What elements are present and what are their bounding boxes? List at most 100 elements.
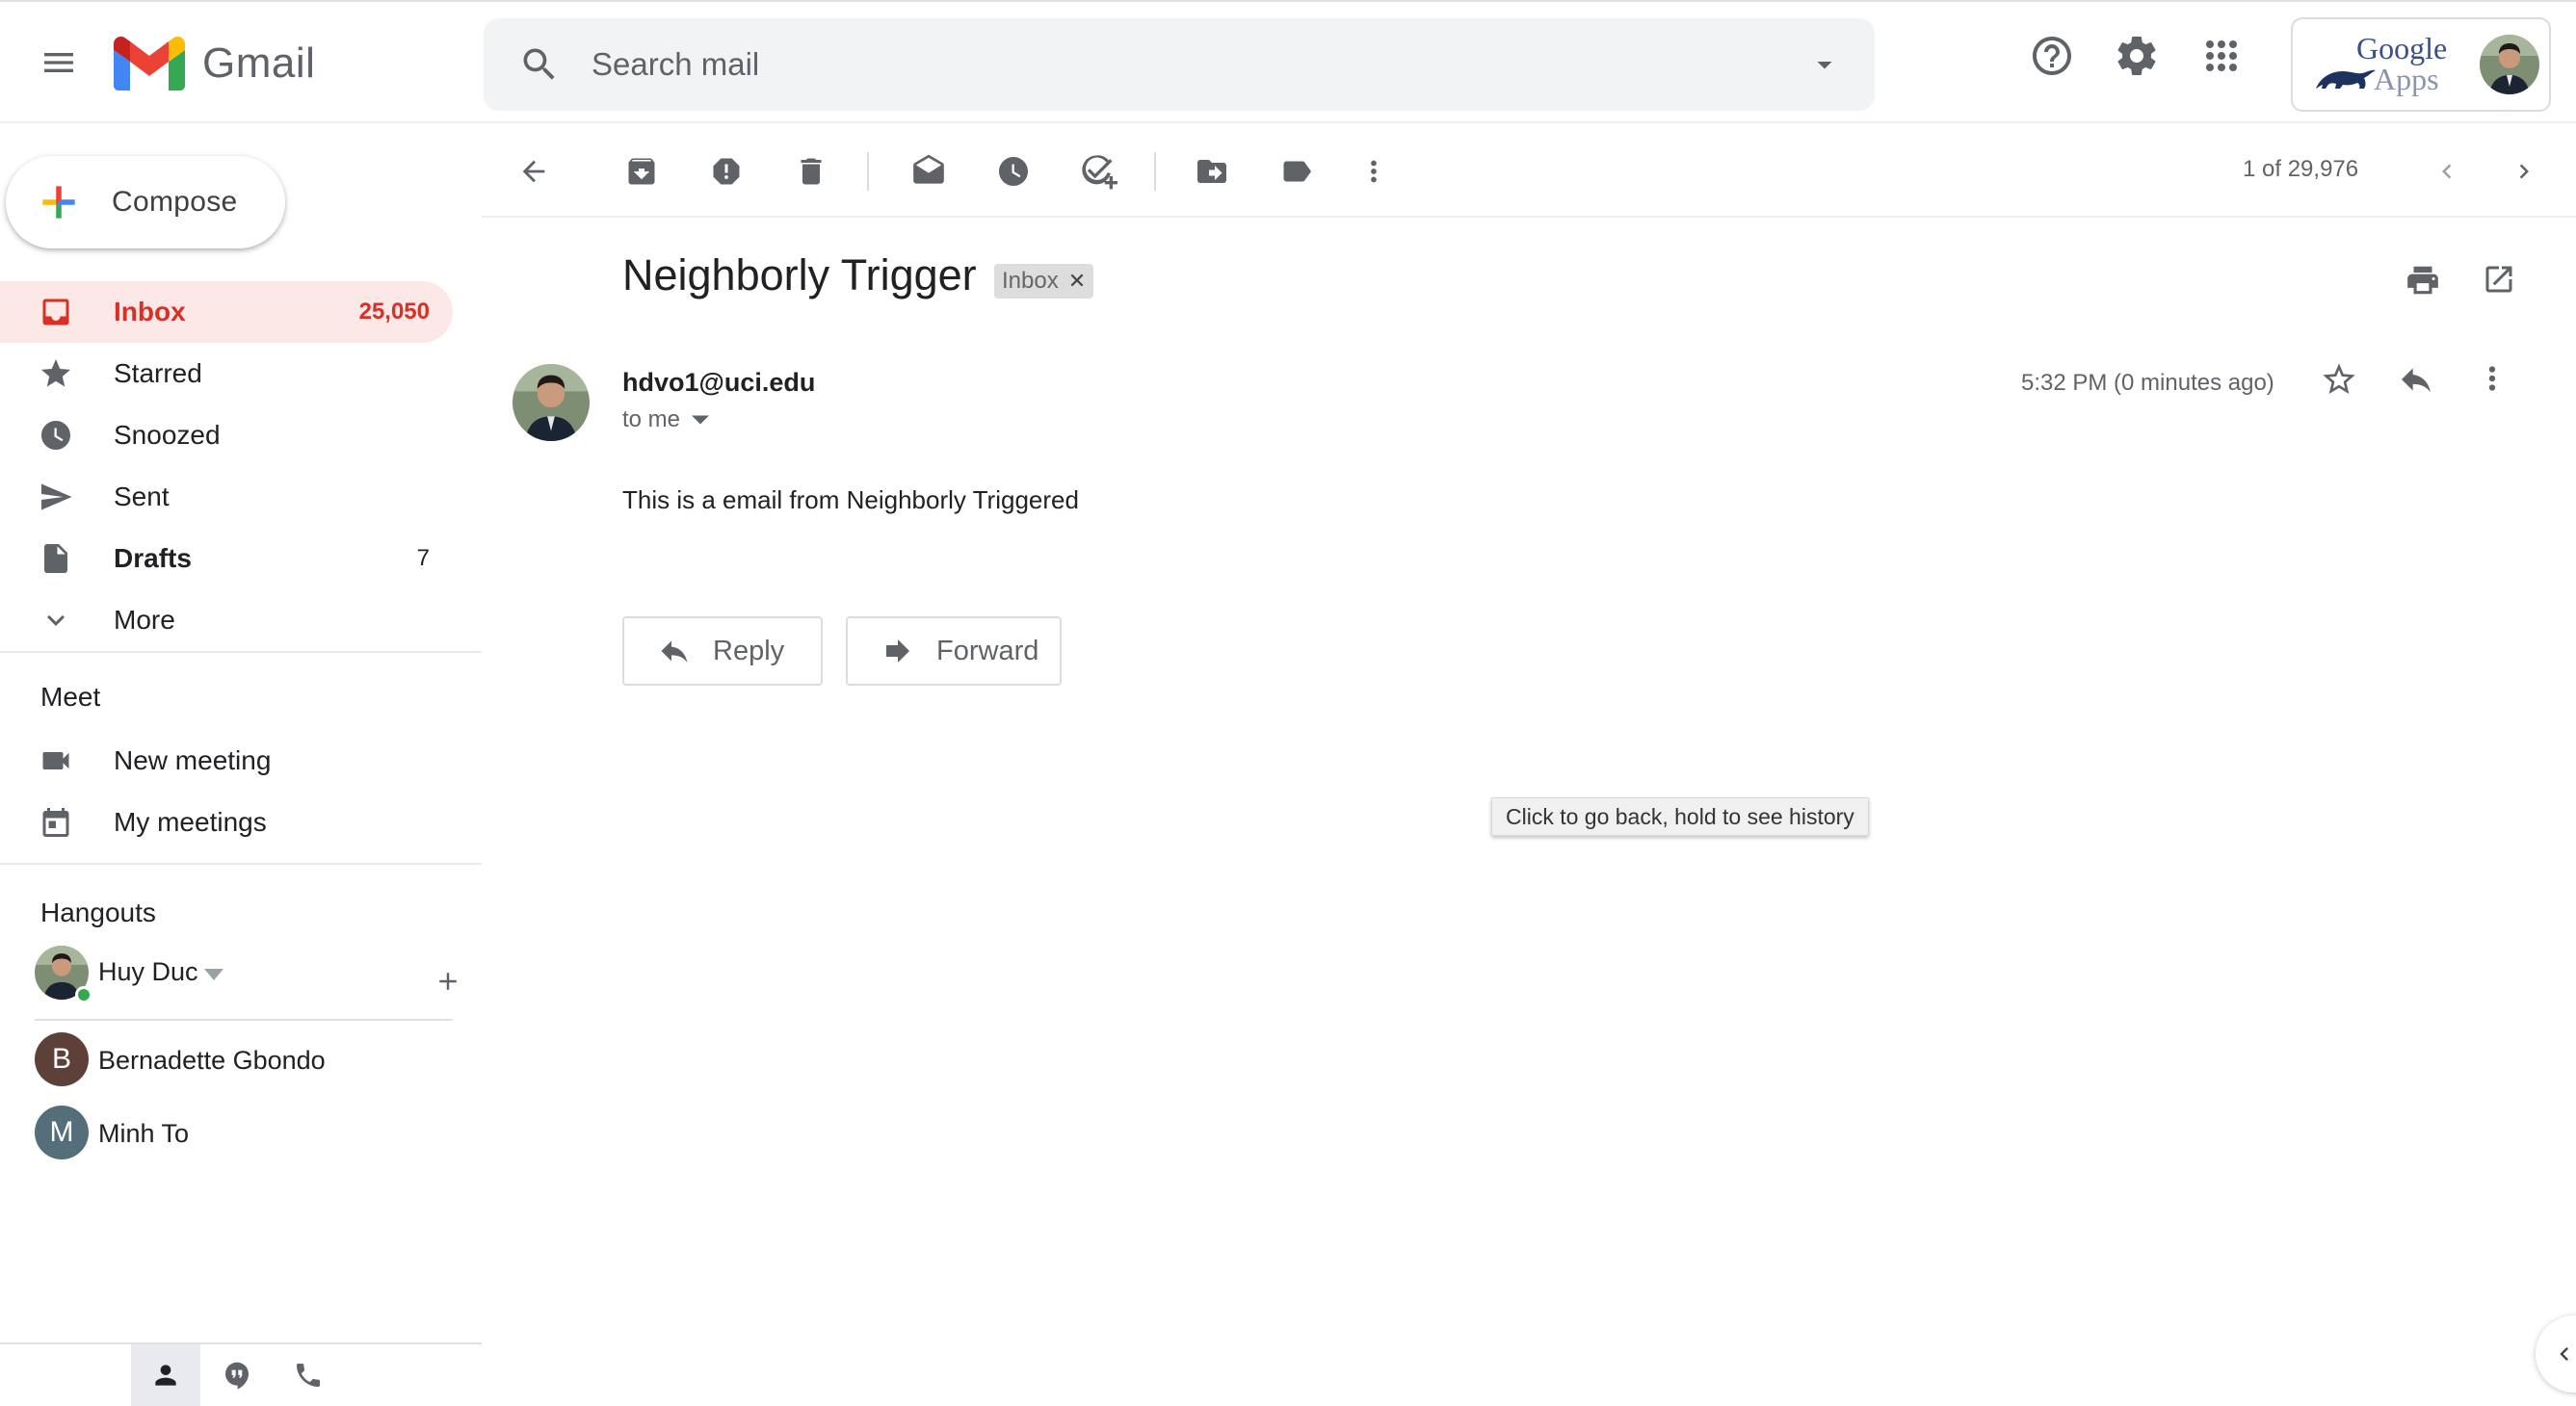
nav-label: New meeting <box>114 745 272 775</box>
hangouts-current-user[interactable]: Huy Duc <box>35 946 457 1013</box>
move-to-folder-icon <box>1197 160 1226 183</box>
side-panel-toggle[interactable] <box>2536 1315 2576 1393</box>
apps-button[interactable] <box>2198 33 2245 79</box>
hangouts-quote-icon <box>225 1362 249 1390</box>
add-to-tasks-button[interactable] <box>1071 144 1125 198</box>
tab-contacts[interactable] <box>131 1344 200 1406</box>
archive-icon <box>628 158 655 185</box>
arrow-back-icon <box>522 160 545 183</box>
chevron-right-icon <box>2519 164 2529 179</box>
remove-label-icon[interactable]: ✕ <box>1068 269 1086 294</box>
compose-button[interactable]: Compose <box>6 156 285 248</box>
recipients-details[interactable]: to me <box>622 406 710 433</box>
reply-button[interactable]: Reply <box>622 616 823 686</box>
tab-phone-calls[interactable] <box>274 1344 343 1406</box>
caret-down-icon[interactable] <box>204 969 223 980</box>
clock-icon <box>39 418 73 453</box>
add-task-icon <box>1082 155 1117 190</box>
snooze-button[interactable] <box>986 144 1040 198</box>
label-icon <box>1283 161 1311 182</box>
meet-my-meetings[interactable]: My meetings <box>0 792 453 853</box>
avatar: B <box>35 1032 89 1086</box>
message-toolbar: 1 of 29,976 <box>482 123 2576 218</box>
settings-button[interactable] <box>2114 33 2160 79</box>
compose-plus-icon <box>42 186 75 219</box>
star-icon <box>39 356 73 391</box>
meet-new-meeting[interactable]: New meeting <box>0 730 453 792</box>
inbox-label-chip[interactable]: Inbox ✕ <box>994 264 1094 299</box>
trash-icon <box>801 158 822 185</box>
hangouts-contact[interactable]: M Minh To <box>35 1106 453 1163</box>
nav-item-more[interactable]: More <box>0 589 453 651</box>
forward-button[interactable]: Forward <box>846 616 1062 686</box>
divider <box>0 863 482 865</box>
search-bar[interactable] <box>484 18 1875 111</box>
chevron-down-icon <box>39 603 73 638</box>
mark-unread-button[interactable] <box>902 144 956 198</box>
email-subject: Neighborly Trigger <box>622 250 977 299</box>
message-view: 1 of 29,976 Neighborly Trigger Inbox ✕ h… <box>482 123 2576 1406</box>
nav-item-starred[interactable]: Starred <box>0 343 453 404</box>
nav-item-snoozed[interactable]: Snoozed <box>0 404 453 466</box>
archive-button[interactable] <box>615 144 669 198</box>
search-icon[interactable] <box>518 43 561 86</box>
mark-unread-icon <box>913 154 944 184</box>
sender-avatar[interactable] <box>513 364 590 441</box>
back-button[interactable] <box>507 144 561 198</box>
app-name: Gmail <box>202 39 316 87</box>
nav-label: My meetings <box>114 807 267 837</box>
message-timestamp: 5:32 PM (0 minutes ago) <box>2021 370 2274 396</box>
meet-heading: Meet <box>40 682 101 712</box>
account-switcher[interactable]: Google Apps <box>2291 17 2551 112</box>
open-new-window-button[interactable] <box>2482 262 2516 297</box>
newer-button[interactable] <box>2420 144 2474 198</box>
video-camera-icon <box>39 743 73 778</box>
search-input[interactable] <box>591 39 1709 90</box>
labels-button[interactable] <box>1270 144 1324 198</box>
star-outline-icon <box>2323 363 2355 394</box>
message-more-button[interactable] <box>2474 360 2510 397</box>
reply-icon-button[interactable] <box>2397 360 2435 399</box>
online-status-dot <box>75 986 92 1003</box>
recipient-text: to me <box>622 406 681 432</box>
gmail-logo[interactable]: Gmail <box>114 37 315 91</box>
top-header: Gmail Google Apps <box>0 2 2576 123</box>
move-to-button[interactable] <box>1185 144 1239 198</box>
nav-item-sent[interactable]: Sent <box>0 466 453 528</box>
older-button[interactable] <box>2497 144 2551 198</box>
help-button[interactable] <box>2029 33 2075 79</box>
nav-item-inbox[interactable]: Inbox 25,050 <box>0 281 453 343</box>
main-menu-button[interactable] <box>27 31 91 94</box>
toolbar-separator <box>867 152 869 191</box>
nav-label: Starred <box>114 358 202 388</box>
person-icon <box>155 1365 176 1386</box>
toolbar-separator <box>1154 152 1156 191</box>
hangouts-contact[interactable]: B Bernadette Gbondo <box>35 1032 453 1090</box>
more-options-button[interactable] <box>1347 144 1401 198</box>
search-options-icon[interactable] <box>1807 47 1842 82</box>
hangouts-bottom-tabs <box>0 1342 482 1406</box>
tab-conversations[interactable] <box>202 1344 272 1406</box>
apps-grid-icon <box>2206 40 2237 71</box>
add-contact-icon[interactable] <box>434 967 462 996</box>
sender-address[interactable]: hdvo1@uci.edu <box>622 368 815 398</box>
nav-item-drafts[interactable]: Drafts 7 <box>0 528 453 589</box>
brand-line-2: Apps <box>2374 62 2439 96</box>
compose-label: Compose <box>112 186 238 218</box>
divider <box>0 651 482 653</box>
google-apps-brand: Google Apps <box>2354 33 2447 94</box>
sidebar: Compose Inbox 25,050 Starred Snoozed Sen… <box>0 123 482 1406</box>
subject-row: Neighborly Trigger Inbox ✕ <box>482 248 2576 316</box>
forward-icon <box>881 634 915 668</box>
hamburger-icon <box>44 53 73 72</box>
account-avatar[interactable] <box>2480 35 2539 94</box>
show-details-icon[interactable] <box>692 415 710 425</box>
report-spam-button[interactable] <box>699 144 753 198</box>
hangouts-heading: Hangouts <box>40 898 156 927</box>
star-button[interactable] <box>2320 360 2358 399</box>
nav-label: Drafts <box>114 543 192 573</box>
nav-label: More <box>114 605 175 635</box>
chevron-left-icon <box>2551 1341 2576 1367</box>
delete-button[interactable] <box>784 144 838 198</box>
print-all-button[interactable] <box>2405 262 2441 299</box>
